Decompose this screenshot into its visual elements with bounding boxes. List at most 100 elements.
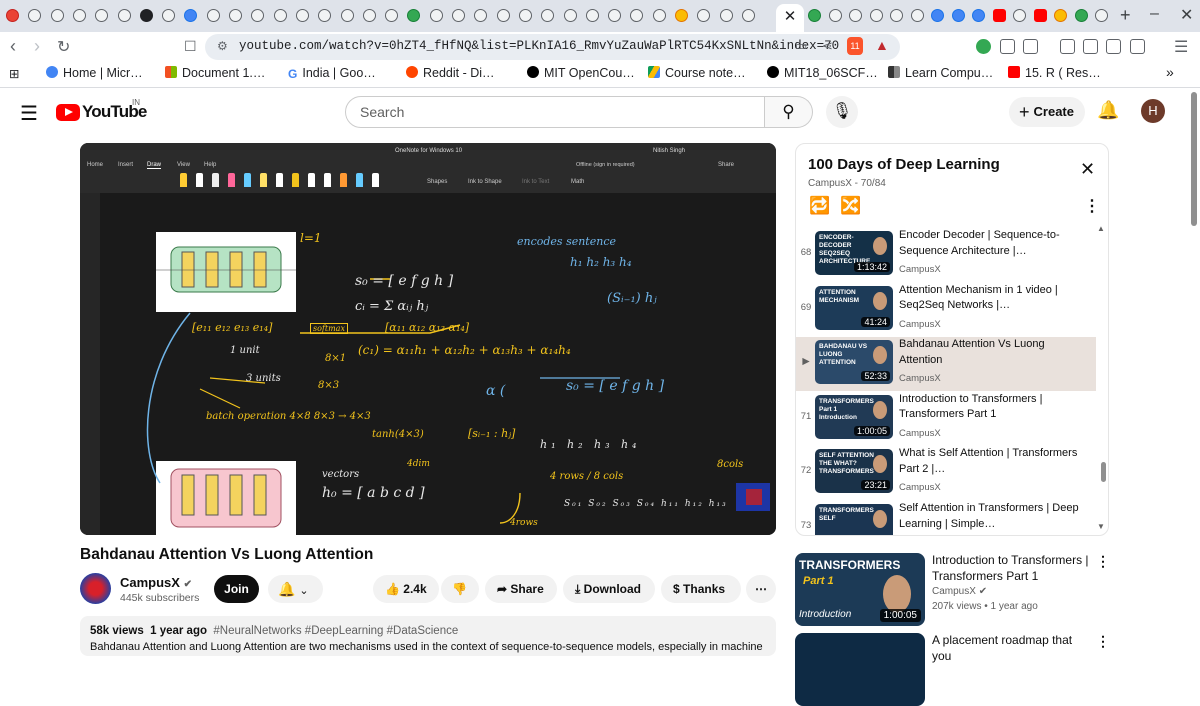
playlist-scrollbar[interactable] [1101,462,1106,482]
download-button[interactable]: ⤓ Download [563,575,655,603]
tab-favicon-14[interactable] [318,9,332,22]
tab-favicon-19[interactable] [429,9,443,22]
tab-favicon-r9[interactable] [992,9,1006,22]
tab-favicon-6[interactable] [139,9,153,22]
tab-favicon-21[interactable] [474,9,488,22]
bookmark-0[interactable]: Home | Micr… [46,66,143,80]
extension-green-icon[interactable] [976,39,991,54]
tab-favicon-3[interactable] [72,9,86,22]
tab-favicon-r12[interactable] [1054,9,1067,22]
shuffle-icon[interactable]: 🔀 [840,196,861,216]
tab-favicon-17[interactable] [385,9,399,22]
page-scrollbar[interactable] [1191,92,1197,226]
playlist-item-title[interactable]: Attention Mechanism in 1 video | Seq2Seq… [899,283,1089,314]
tab-favicon-9[interactable] [206,9,220,22]
music-icon[interactable] [1060,39,1075,54]
tab-favicon-8[interactable] [184,9,198,22]
tab-favicon-r10[interactable] [1013,9,1026,22]
tab-favicon-33[interactable] [741,9,755,22]
playlist-item[interactable]: 69 ATTENTION MECHANISM 41:24 Attention Mech… [796,283,1096,337]
channel-avatar[interactable] [80,573,111,604]
search-icon[interactable]: ⚲ [765,96,813,128]
notifications-bell-icon[interactable]: 🔔 [1097,100,1119,121]
bookmark-5[interactable]: Course note… [648,66,746,80]
tab-favicon-2[interactable] [50,9,64,22]
tab-favicon-18[interactable] [407,9,421,22]
tab-favicon-31[interactable] [697,9,711,22]
tab-favicon-25[interactable] [563,9,577,22]
bookmark-2[interactable]: G India | Goo… [288,66,376,81]
tab-favicon-5[interactable] [117,9,131,22]
playlist-item-title[interactable]: Bahdanau Attention Vs Luong Attention [899,337,1089,368]
create-button[interactable]: + Create [1009,97,1085,127]
hamburger-menu-icon[interactable]: ☰ [20,101,38,126]
tab-favicon-13[interactable] [295,9,309,22]
like-button[interactable]: 👍 2.4k [373,575,439,603]
tab-favicon-26[interactable] [585,9,599,22]
tab-favicon-r0[interactable] [808,9,821,22]
playlist-item-title[interactable]: What is Self Attention | Transformers Pa… [899,446,1089,477]
tab-favicon-15[interactable] [340,9,354,22]
thanks-button[interactable]: $ Thanks [661,575,741,603]
recommendation-thumbnail[interactable]: TRANSFORMERS Part 1 Introduction 1:00:05 [795,553,925,626]
playlist-item-channel[interactable]: CampusX [899,319,941,330]
share-button[interactable]: ➦ Share [485,575,557,603]
site-settings-icon[interactable]: ⚙ [217,39,228,53]
playlist-item-thumbnail[interactable]: ATTENTION MECHANISM 41:24 [815,285,893,330]
share-icon[interactable]: ⋖ [822,38,833,54]
bookmark-1[interactable]: Document 1.… [165,66,265,80]
loop-icon[interactable]: 🔁 [809,196,830,216]
sidebar-icon[interactable] [1083,39,1098,54]
tab-favicon-r2[interactable] [849,9,862,22]
tab-favicon-30[interactable] [675,9,688,22]
avatar[interactable]: H [1141,99,1165,123]
tab-favicon-4[interactable] [95,9,109,22]
more-actions-icon[interactable]: ⋯ [746,575,776,603]
back-icon[interactable]: ‹ [10,36,16,57]
reload-icon[interactable]: ↻ [57,37,70,57]
dislike-button[interactable]: 👎 [441,575,479,603]
playlist-item-channel[interactable]: CampusX [899,482,941,493]
bookmark-3[interactable]: Reddit - Di… [406,66,495,80]
close-window-icon[interactable]: ✕ [1180,5,1193,25]
recommendation-thumbnail[interactable] [795,633,925,706]
tab-favicon-27[interactable] [608,9,622,22]
extensions-icon[interactable] [1000,39,1015,54]
description-box[interactable]: 58k views 1 year ago #NeuralNetworks #De… [80,616,776,656]
tab-favicon-r11[interactable] [1033,9,1047,22]
recommendation-channel[interactable]: CampusX ✔ [932,586,987,597]
tab-favicon-10[interactable] [229,9,242,22]
tab-favicon-12[interactable] [273,9,287,22]
playlist-item-thumbnail[interactable]: TRANSFORMERS Part 1 Introduction 1:00:05 [815,394,893,439]
playlist-item[interactable]: 68 ENCODER-DECODER SEQ2SEQ ARCHITECTURE 1:… [796,228,1096,282]
tab-favicon-0[interactable] [6,9,19,22]
tab-favicon-32[interactable] [719,9,733,22]
extension-icon-2[interactable] [1023,39,1038,54]
url-text[interactable]: youtube.com/watch?v=0hZT4_fHfNQ&list=PLK… [239,39,839,53]
playlist-item-title[interactable]: Introduction to Transformers | Transform… [899,392,1089,423]
reading-list-icon[interactable] [1106,39,1121,54]
active-tab-close-button[interactable]: ✕ [776,4,804,32]
apps-grid-icon[interactable]: ⊞ [9,66,19,81]
tab-favicon-r13[interactable] [1074,9,1088,22]
tab-favicon-20[interactable] [452,9,465,22]
tab-favicon-r8[interactable] [972,9,985,22]
more-icon[interactable]: ⋮ [1096,553,1110,570]
playlist-item-channel[interactable]: CampusX [899,264,941,275]
playlist-item[interactable]: 71 TRANSFORMERS Part 1 Introduction 1:00:0… [796,392,1096,446]
tab-favicon-r5[interactable] [910,9,924,22]
tab-favicon-r4[interactable] [890,9,903,22]
recommendation-title[interactable]: Introduction to Transformers | Transform… [932,553,1092,584]
playlist-item[interactable]: ▶ BAHDANAU VS LUONG ATTENTION 52:33 Bahdana… [796,337,1096,392]
subscribe-bell-button[interactable]: 🔔 ⌄ [268,575,323,603]
playlist-item-channel[interactable]: CampusX [899,428,941,439]
tab-favicon-24[interactable] [541,9,555,22]
new-tab-button[interactable]: + [1120,5,1131,26]
playlist-item-title[interactable]: Encoder Decoder | Sequence-to-Sequence A… [899,228,1089,259]
brave-rewards-icon[interactable]: ▲ [875,37,889,53]
tab-favicon-28[interactable] [630,9,644,22]
tab-favicon-r14[interactable] [1095,9,1108,22]
tab-favicon-11[interactable] [251,9,265,22]
bookmark-8[interactable]: 15. R ( Res… [1008,66,1101,80]
close-icon[interactable]: ✕ [1080,159,1095,180]
